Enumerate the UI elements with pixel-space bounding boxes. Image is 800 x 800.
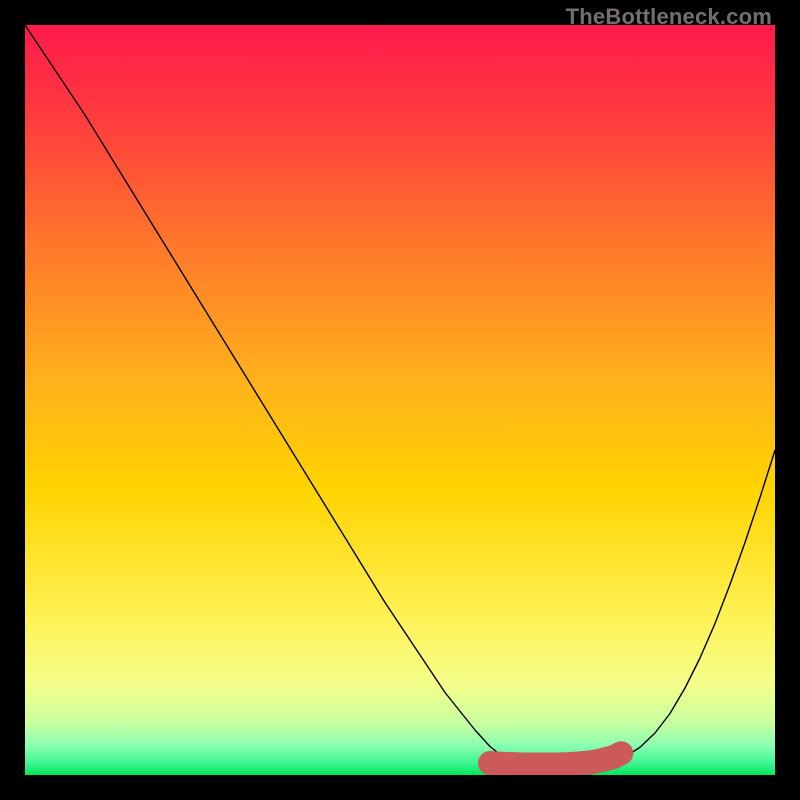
bottleneck-chart [25, 25, 775, 775]
watermark-text: TheBottleneck.com [566, 4, 772, 30]
gradient-background [25, 25, 775, 775]
optimal-range-line [490, 753, 621, 764]
chart-frame [20, 20, 780, 780]
optimal-end-dot [612, 744, 630, 762]
